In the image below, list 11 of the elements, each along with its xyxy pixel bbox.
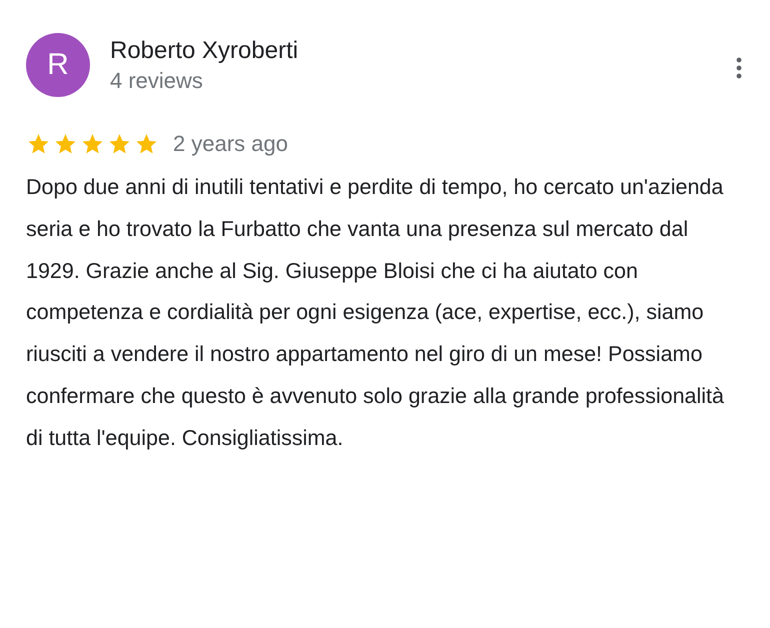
star-icon <box>80 132 105 156</box>
star-icon <box>107 132 132 156</box>
more-options-icon[interactable] <box>736 57 742 79</box>
review-time: 2 years ago <box>173 131 288 157</box>
star-icon <box>134 132 159 156</box>
avatar: R <box>26 33 90 97</box>
star-icon <box>26 132 51 156</box>
review-text: Dopo due anni di inutili tentativi e perdite di tempo, ho cercato un'azienda seria e ho trovato la Furbatto che vanta una presenza sul mercato dal 1929. Grazie anche al Sig. Giuseppe Bloisi che ci ha aiutato con competenza e cordialità per ogni esigenza (ace, expertise, ecc.), siamo riusciti a vendere il nostro appartamento nel giro di un mese! Possiamo confermare che questo è avvenuto solo grazie alla grande professionalità di tutta l'equipe. Consigliatissima. <box>26 174 725 452</box>
reviewer-name[interactable]: Roberto Xyroberti <box>110 35 710 67</box>
review-count: 4 reviews <box>110 67 204 95</box>
star-icon <box>53 132 78 156</box>
